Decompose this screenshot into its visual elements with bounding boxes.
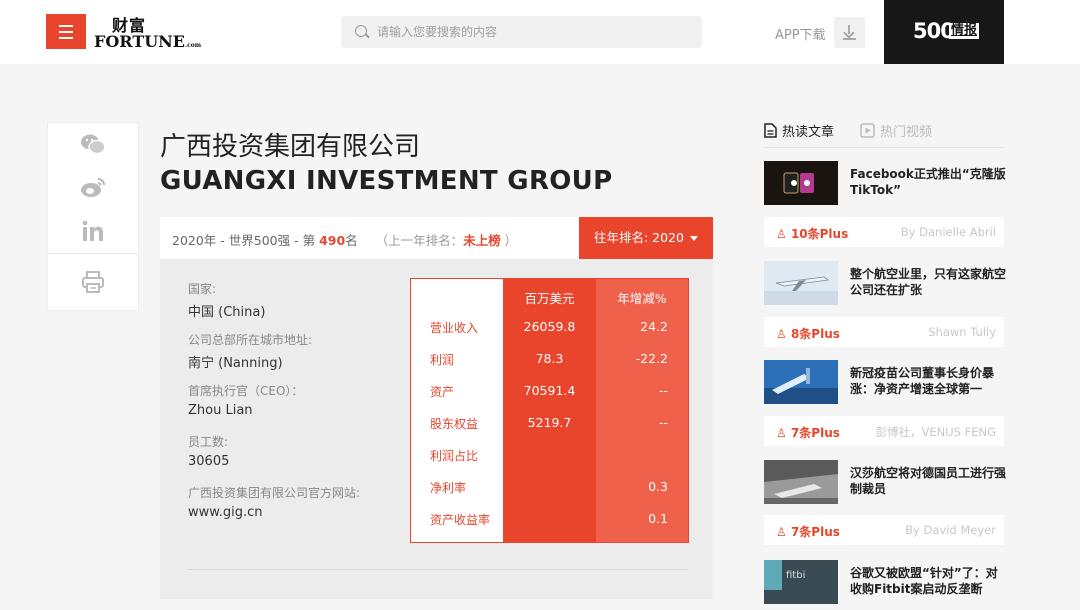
article-title: 谷歌又被欧盟“针对”了：对收购Fitbit案启动反垄断 [850,566,998,596]
download-icon[interactable] [834,17,865,48]
plus-count[interactable]: ♙ 7条Plus [776,523,840,540]
article-item[interactable]: 整个航空业里，只有这家航空公司还在扩张 [764,261,1006,311]
article-thumbnail [764,261,838,305]
article-title: 汉莎航空将对德国员工进行强制裁员 [850,466,1007,496]
video-icon [860,123,875,138]
plus-count[interactable]: ♙ 8条Plus [776,325,840,342]
row-change: 0.3 [648,479,668,494]
menu-button[interactable] [46,14,86,49]
article-meta: ♙ 7条Plus 彭博社，VENUS FENG [764,416,1004,446]
divider [764,147,1004,148]
row-label: 资产 [430,385,455,399]
linkedin-icon[interactable] [48,219,138,243]
divider [188,569,688,570]
previous-rank: （上一年排名：未上榜 ） [375,233,518,248]
row-change: 0.1 [648,511,668,526]
document-icon [764,123,777,138]
rank-number: 490 [319,233,346,248]
row-label: 利润 [430,353,455,367]
row-change: -- [658,415,668,430]
app-download-link[interactable]: APP下载 [775,24,826,43]
info-ceo: 首席执行官（CEO）： Zhou Lian [188,384,304,418]
tab-hot-videos[interactable]: 热门视频 [860,121,932,140]
fortune-logo[interactable]: 财富 FORTUNE.com [94,12,201,52]
article-author: 彭博社，VENUS FENG [875,425,996,439]
article-thumbnail: fitbi [764,560,838,604]
tab-hot-articles[interactable]: 热读文章 [764,121,834,140]
print-icon[interactable] [48,270,138,294]
top-header: 财富 FORTUNE.com APP下载 500 情报 [0,0,1080,64]
article-meta: ♙ 7条Plus By David Meyer [764,515,1004,545]
financial-table: 百万美元 年增减% 营业收入 26059.8 24.2 利润 78.3 -22.… [410,278,689,543]
article-thumbnail [764,360,838,404]
article-author: By Danielle Abril [900,225,996,239]
article-author: Shawn Tully [928,325,996,339]
row-change: -- [658,383,668,398]
company-name-cn: 广西投资集团有限公司 [160,132,421,162]
wechat-icon[interactable] [48,133,138,155]
article-item[interactable]: Facebook正式推出“克隆版TikTok” [764,161,1006,211]
article-title: 整个航空业里，只有这家航空公司还在扩张 [850,267,1007,297]
article-item[interactable]: fitbi 谷歌又被欧盟“针对”了：对收购Fitbit案启动反垄断 [764,560,1004,610]
row-value: 26059.8 [523,319,576,334]
article-meta: ♙ 8条Plus Shawn Tully [764,317,1004,347]
row-change: 24.2 [640,319,668,334]
info-country: 国家: 中国 (China) [188,282,266,320]
plus-count[interactable]: ♙ 7条Plus [776,424,840,441]
logo-en: FORTUNE.com [94,32,202,51]
row-label: 净利率 [430,481,467,495]
website-link[interactable]: www.gig.cn [188,505,360,520]
company-name-en: GUANGXI INVESTMENT GROUP [160,166,613,196]
info-website: 广西投资集团有限公司官方网站: www.gig.cn [188,486,361,520]
row-value: 5219.7 [527,415,572,430]
share-panel [47,122,139,311]
info-employees: 员工数: 30605 [188,435,230,469]
fortune500-insight-button[interactable]: 500 情报 [884,0,1004,64]
f500-tag: 情报 [949,23,980,39]
menu-bar [59,36,73,39]
header-yoy-change: 年增减% [617,291,667,306]
plus-count[interactable]: ♙ 10条Plus [776,225,848,242]
article-item[interactable]: 汉莎航空将对德国员工进行强制裁员 [764,460,1006,510]
search-icon [355,25,367,37]
row-label: 股东权益 [430,417,479,431]
row-label: 资产收益率 [430,513,491,527]
history-rank-dropdown[interactable]: 往年排名: 2020 [579,217,713,259]
article-item[interactable]: 新冠疫苗公司董事长身价暴涨：净资产增速全球第一 [764,360,1004,410]
divider [48,253,138,254]
svg-text:fitbi: fitbi [786,570,805,581]
article-meta: ♙ 10条Plus By Danielle Abril [764,217,1004,247]
search-box[interactable] [341,16,702,48]
row-value: 78.3 [535,351,564,366]
info-hq-city: 公司总部所在城市地址: 南宁 (Nanning) [188,333,313,371]
header-millions-usd: 百万美元 [524,291,575,306]
article-title: 新冠疫苗公司董事长身价暴涨：净资产增速全球第一 [850,366,995,396]
article-author: By David Meyer [905,523,996,537]
menu-bar [59,24,73,27]
menu-bar [59,30,73,33]
article-thumbnail [764,460,838,504]
article-title: Facebook正式推出“克隆版TikTok” [850,167,1006,197]
rank-text: 2020年 - 世界500强 - 第 490名 （上一年排名：未上榜 ） [172,233,518,248]
row-change: -22.2 [635,351,668,366]
f500-number: 500 [913,19,955,43]
row-label: 营业收入 [430,321,479,335]
article-thumbnail [764,161,838,205]
weibo-icon[interactable] [48,176,138,198]
row-label: 利润占比 [430,449,479,463]
row-value: 70591.4 [523,383,576,398]
search-input[interactable] [377,16,687,48]
